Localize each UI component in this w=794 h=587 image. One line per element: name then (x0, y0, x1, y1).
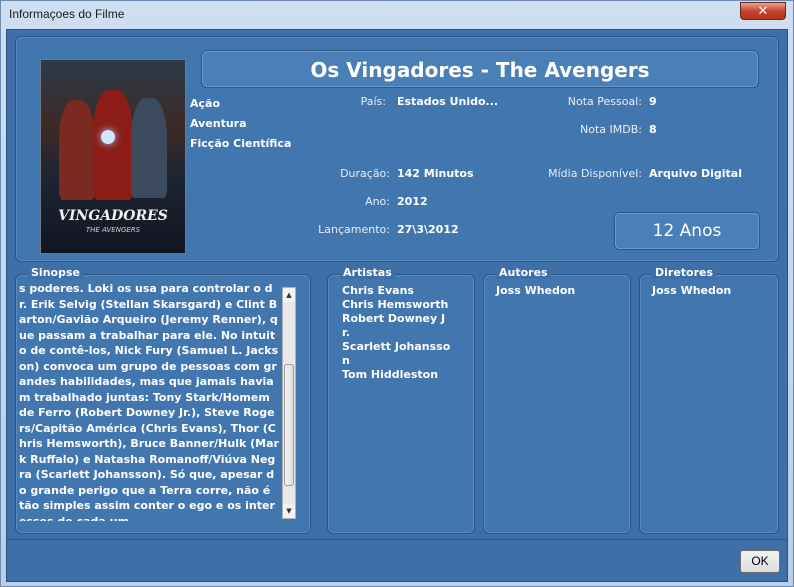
country-value: Estados Unido... (397, 95, 499, 108)
list-item[interactable]: Tom Hiddleston (342, 368, 450, 382)
imdb-rating-value: 8 (649, 123, 657, 136)
release-label: Lançamento: (318, 223, 390, 236)
poster-subtitle: THE AVENGERS (85, 226, 141, 234)
title-bar: Informaçoes do Filme ✕ (1, 1, 793, 29)
ok-button[interactable]: OK (740, 550, 780, 573)
authors-label: Autores (496, 266, 551, 279)
movie-poster: VINGADORES THE AVENGERS (40, 59, 186, 254)
window-title: Informaçoes do Filme (9, 7, 125, 21)
year-label: Ano: (365, 195, 390, 208)
scroll-down-arrow-icon[interactable]: ▼ (283, 504, 295, 518)
list-item[interactable]: Joss Whedon (496, 284, 575, 298)
synopsis-scrollbar[interactable]: ▲ ▼ (282, 287, 296, 519)
release-value: 27\3\2012 (397, 223, 459, 236)
media-label: Mídia Disponível: (548, 167, 642, 180)
personal-rating-value: 9 (649, 95, 657, 108)
genre-item: Ficção Científica (190, 137, 292, 150)
poster-figure (59, 100, 95, 200)
age-rating: 12 Anos (652, 221, 722, 241)
movie-info-window: Informaçoes do Filme ✕ VINGADORES THE AV… (0, 0, 794, 587)
personal-rating-label: Nota Pessoal: (567, 95, 642, 108)
authors-panel: Autores Joss Whedon (483, 266, 631, 534)
footer-divider (7, 539, 787, 540)
artists-list: Chris Evans Chris Hemsworth Robert Downe… (342, 284, 450, 382)
list-item[interactable]: Chris Hemsworth (342, 298, 450, 312)
synopsis-panel: Sinopse s poderes. Loki os usa para cont… (15, 266, 311, 534)
directors-panel: Diretores Joss Whedon (639, 266, 779, 534)
scroll-up-arrow-icon[interactable]: ▲ (283, 288, 295, 302)
synopsis-label: Sinopse (28, 266, 83, 279)
arc-reactor-glow (101, 130, 115, 144)
synopsis-text[interactable]: s poderes. Loki os usa para controlar o … (19, 281, 279, 521)
country-label: País: (360, 95, 386, 108)
client-area: VINGADORES THE AVENGERS Os Vingadores - … (6, 29, 788, 582)
year-value: 2012 (397, 195, 428, 208)
list-item[interactable]: Scarlett Johansso (342, 340, 450, 354)
list-item[interactable]: Chris Evans (342, 284, 450, 298)
list-item[interactable]: r. (342, 326, 450, 340)
info-panel: VINGADORES THE AVENGERS Os Vingadores - … (15, 36, 779, 262)
artists-panel: Artistas Chris Evans Chris Hemsworth Rob… (327, 266, 475, 534)
authors-list: Joss Whedon (496, 284, 575, 298)
imdb-rating-label: Nota IMDB: (580, 123, 642, 136)
poster-title: VINGADORES (58, 208, 168, 224)
duration-value: 142 Minutos (397, 167, 474, 180)
movie-title-box: Os Vingadores - The Avengers (201, 50, 759, 88)
media-value: Arquivo Digital (649, 167, 742, 180)
genre-item: Ação (190, 97, 221, 110)
directors-list: Joss Whedon (652, 284, 731, 298)
artists-label: Artistas (340, 266, 395, 279)
age-rating-box: 12 Anos (614, 212, 760, 250)
scroll-thumb[interactable] (284, 364, 294, 486)
list-item[interactable]: Joss Whedon (652, 284, 731, 298)
list-item[interactable]: n (342, 354, 450, 368)
duration-label: Duração: (340, 167, 390, 180)
directors-label: Diretores (652, 266, 717, 279)
close-button[interactable]: ✕ (740, 2, 786, 20)
list-item[interactable]: Robert Downey J (342, 312, 450, 326)
genre-item: Aventura (190, 117, 247, 130)
poster-figure (93, 90, 133, 200)
movie-title: Os Vingadores - The Avengers (310, 58, 650, 82)
poster-figure (131, 98, 167, 198)
